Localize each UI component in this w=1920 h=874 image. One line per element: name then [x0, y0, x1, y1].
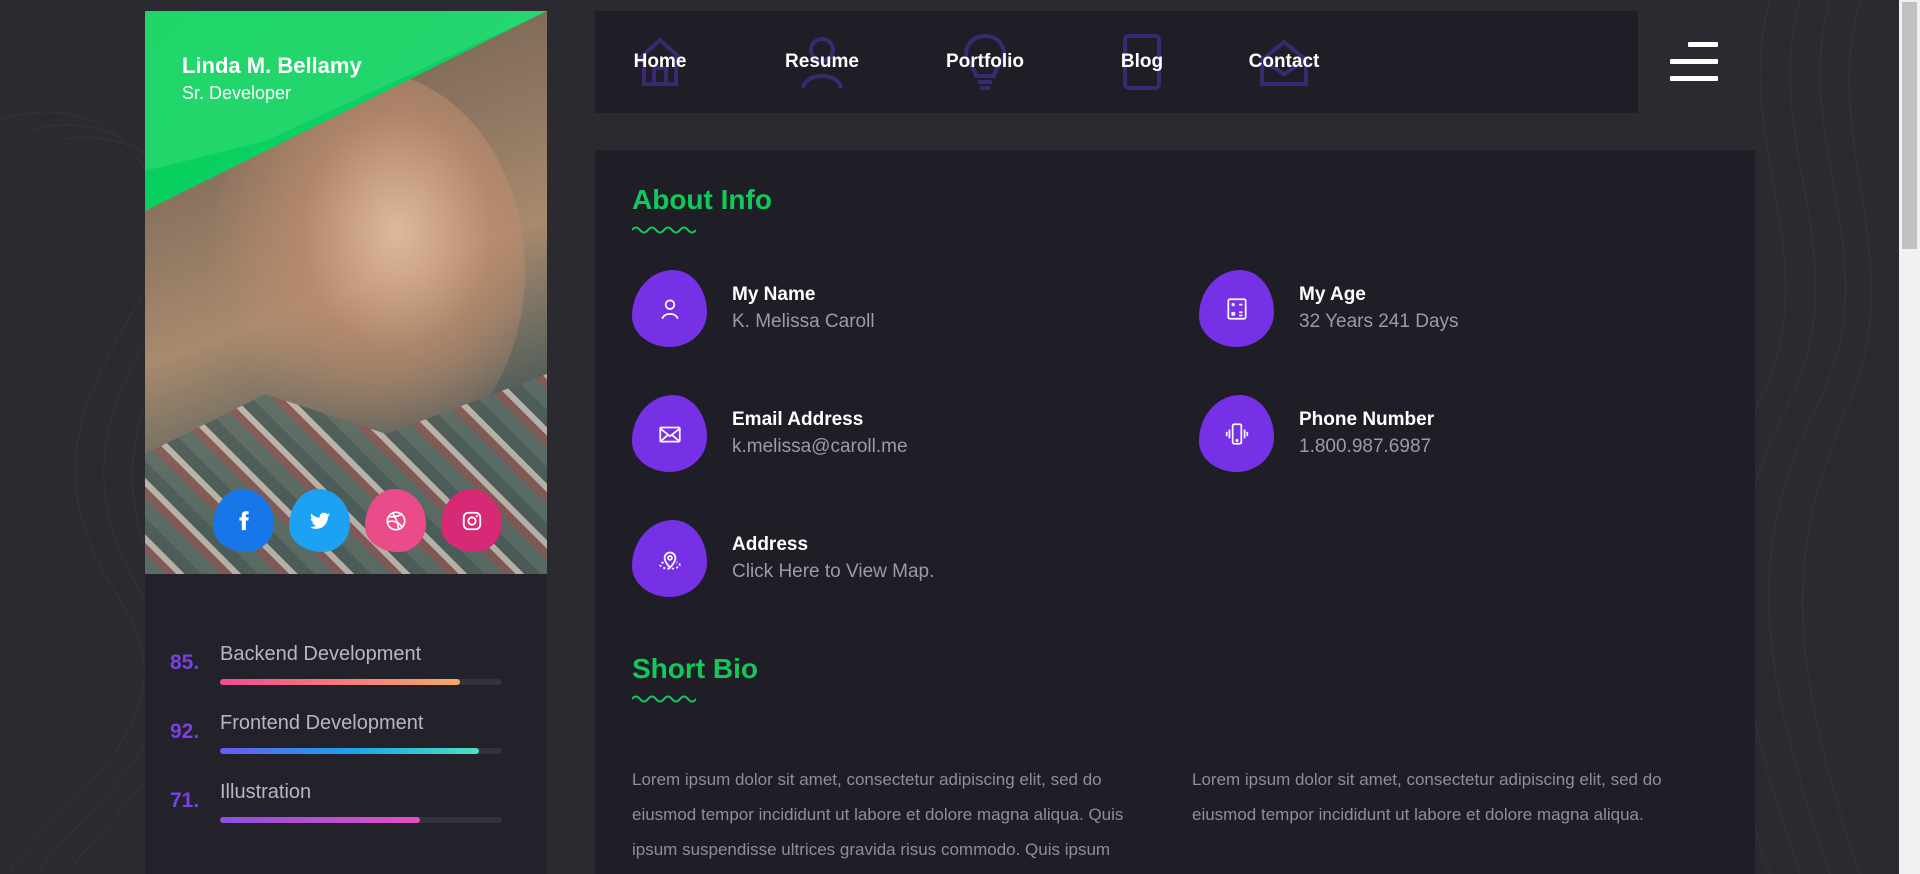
info-item-address[interactable]: Address Click Here to View Map.: [632, 520, 1152, 600]
info-value: K. Melissa Caroll: [732, 311, 875, 332]
info-label: Phone Number: [1299, 409, 1435, 430]
skill-progress-fill: [220, 748, 480, 754]
skill-progress-track: [220, 679, 502, 685]
facebook-icon: [238, 510, 249, 530]
info-value: 1.800.987.6987: [1299, 436, 1432, 457]
twitter-button[interactable]: [289, 489, 350, 552]
bio-title: Short Bio: [632, 653, 758, 684]
nav-resume[interactable]: Resume: [757, 11, 887, 113]
skill-label: Backend Development: [220, 643, 422, 665]
twitter-icon: [309, 512, 330, 529]
about-title: About Info: [632, 184, 772, 215]
skill-label: Illustration: [220, 781, 312, 803]
bio-text-column-1: Lorem ipsum dolor sit amet, consectetur …: [632, 770, 1124, 859]
skill-percent: 71.: [170, 789, 200, 812]
dribbble-icon: [385, 510, 406, 531]
info-icon-badge: [1199, 270, 1274, 347]
profile-photo: Linda M. Bellamy Sr. Developer: [145, 11, 547, 574]
info-label: My Name: [732, 284, 816, 305]
title-underline: [632, 695, 696, 703]
calculator-icon: [1226, 297, 1247, 320]
nav-label: Portfolio: [945, 51, 1025, 72]
skill-percent: 85.: [170, 651, 200, 674]
hamburger-menu-icon: [1670, 40, 1718, 84]
top-nav: Home Resume Portfolio Blog Contact: [595, 11, 1638, 113]
bio-text-column-2: Lorem ipsum dolor sit amet, consectetur …: [1192, 770, 1662, 824]
info-icon-badge: [632, 520, 707, 597]
info-item-phone: Phone Number 1.800.987.6987: [1199, 395, 1719, 475]
info-item-email: Email Address k.melissa@caroll.me: [632, 395, 1152, 475]
info-value: k.melissa@caroll.me: [732, 436, 908, 457]
nav-label: Resume: [785, 51, 859, 72]
info-item-age: My Age 32 Years 241 Days: [1199, 270, 1719, 350]
envelope-icon: [658, 426, 681, 442]
nav-label: Contact: [1248, 51, 1320, 72]
nav-home[interactable]: Home: [595, 11, 725, 113]
menu-toggle[interactable]: [1638, 11, 1750, 113]
info-value: 32 Years 241 Days: [1299, 311, 1459, 332]
nav-portfolio[interactable]: Portfolio: [920, 11, 1050, 113]
title-underline: [632, 226, 696, 234]
skill-item: 71. Illustration: [170, 781, 510, 850]
skill-item: 92. Frontend Development: [170, 712, 510, 781]
info-label: Address: [732, 534, 809, 555]
skill-progress-track: [220, 748, 502, 754]
instagram-button[interactable]: [441, 489, 502, 552]
skill-item: 85. Backend Development: [170, 643, 510, 712]
skill-progress-fill: [220, 817, 421, 823]
nav-blog[interactable]: Blog: [1077, 11, 1207, 113]
skills-list: 85. Backend Development 92. Frontend Dev…: [170, 643, 510, 850]
info-label: My Age: [1299, 284, 1366, 305]
dribbble-button[interactable]: [365, 489, 426, 552]
facebook-button[interactable]: [213, 489, 274, 552]
profile-name: Linda M. Bellamy: [182, 53, 362, 78]
info-item-name: My Name K. Melissa Caroll: [632, 270, 1152, 350]
map-pin-icon: [658, 551, 681, 570]
info-label: Email Address: [732, 409, 864, 430]
skill-progress-track: [220, 817, 502, 823]
nav-label: Blog: [1120, 51, 1164, 72]
scrollbar[interactable]: [1899, 0, 1920, 874]
phone-vibrate-icon: [1225, 422, 1248, 445]
info-icon-badge: [632, 270, 707, 347]
social-links: [213, 489, 502, 552]
info-icon-badge: [632, 395, 707, 472]
profile-role: Sr. Developer: [182, 83, 292, 103]
profile-card: Linda M. Bellamy Sr. Developer 85. Backe…: [145, 11, 547, 874]
user-icon: [661, 298, 678, 319]
skill-label: Frontend Development: [220, 712, 424, 734]
skill-percent: 92.: [170, 720, 200, 743]
skill-progress-fill: [220, 679, 460, 685]
view-map-link[interactable]: Click Here to View Map.: [732, 561, 934, 583]
main-panel: About Info My Name K. Melissa Caroll My …: [595, 150, 1755, 874]
nav-contact[interactable]: Contact: [1219, 11, 1349, 113]
scrollbar-thumb[interactable]: [1902, 2, 1917, 249]
nav-label: Home: [633, 51, 687, 72]
instagram-icon: [462, 511, 481, 530]
info-icon-badge: [1199, 395, 1274, 472]
